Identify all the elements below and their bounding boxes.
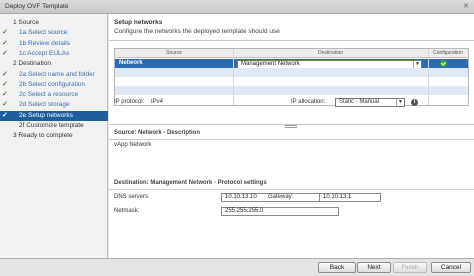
- gateway-field[interactable]: 10.10.13.1: [319, 193, 381, 202]
- wizard-step-label: 2f Customize template: [19, 122, 84, 129]
- column-divider: [233, 49, 234, 105]
- source-description-text: vApp Network: [114, 142, 152, 148]
- wizard-step-label: 1c Accept EULAs: [19, 49, 70, 57]
- page-title: Setup networks: [114, 19, 163, 26]
- chevron-down-icon[interactable]: ▼: [413, 61, 421, 68]
- gateway-value: 10.10.13.1: [323, 194, 352, 200]
- info-icon[interactable]: i: [411, 99, 418, 106]
- config-ok-icon: [440, 60, 447, 67]
- wizard-step-label: 1 Source: [13, 19, 40, 26]
- source-network-cell: Network: [119, 60, 143, 66]
- empty-row: [115, 77, 468, 86]
- empty-row: [115, 86, 468, 95]
- header-divider: [109, 40, 474, 41]
- wizard-step-3[interactable]: 3 Ready to complete: [0, 131, 108, 141]
- empty-row: [115, 68, 468, 77]
- wizard-step-2b[interactable]: ✓ 2b Select configuration: [0, 80, 108, 90]
- check-icon: ✓: [2, 39, 8, 47]
- destination-network-value: Management Network: [241, 61, 300, 67]
- column-divider: [428, 49, 429, 105]
- ip-protocol-label: IP protocol:: [114, 99, 145, 105]
- wizard-step-label: 3 Ready to complete: [13, 132, 73, 140]
- wizard-step-2e[interactable]: ✓ 2e Setup networks: [0, 110, 108, 121]
- setup-networks-panel: Setup networks Configure the networks th…: [109, 14, 474, 258]
- wizard-step-label: 1a Select source: [19, 29, 68, 37]
- cancel-button[interactable]: Cancel: [431, 262, 471, 273]
- check-icon: ✓: [2, 70, 8, 78]
- netmask-value: 255.255.255.0: [225, 208, 264, 214]
- ip-allocation-select[interactable]: Static - Manual ▼: [335, 98, 405, 107]
- page-subtitle: Configure the networks the deployed temp…: [114, 28, 280, 35]
- wizard-step-1[interactable]: 1 Source: [0, 18, 108, 28]
- ip-allocation-value: Static - Manual: [339, 99, 380, 105]
- column-header-source[interactable]: Source: [115, 49, 233, 58]
- wizard-step-label: 2b Select configuration: [19, 80, 86, 88]
- check-icon: ✓: [2, 111, 8, 119]
- window-title: Deploy OVF Template: [5, 3, 69, 10]
- wizard-step-label: 2a Select name and folder: [19, 70, 95, 78]
- check-icon: ✓: [2, 101, 8, 109]
- wizard-footer: Back Next Finish Cancel: [0, 258, 474, 276]
- wizard-steps-sidebar: 1 Source ✓ 1a Select source ✓ 1b Review deta…: [0, 14, 108, 258]
- splitter-grip-icon[interactable]: [285, 125, 297, 128]
- dns-servers-value: 10.10.13.10: [225, 194, 257, 200]
- section-divider: [109, 139, 474, 140]
- destination-settings-heading: Destination: Management Network - Protoc…: [114, 180, 267, 186]
- check-icon: ✓: [2, 49, 8, 57]
- check-icon: ✓: [2, 29, 8, 37]
- wizard-step-2a[interactable]: ✓ 2a Select name and folder: [0, 70, 108, 80]
- ip-protocol-value: IPv4: [151, 99, 164, 105]
- wizard-step-label: 2 Destination: [13, 60, 51, 68]
- wizard-step-2f[interactable]: 2f Customize template: [0, 121, 108, 131]
- wizard-step-1b[interactable]: ✓ 1b Review details: [0, 39, 108, 49]
- wizard-step-1a[interactable]: ✓ 1a Select source: [0, 28, 108, 38]
- chevron-down-icon[interactable]: ▼: [396, 99, 404, 106]
- check-icon: ✓: [2, 80, 8, 88]
- wizard-step-label: 2c Select a resource: [19, 91, 79, 99]
- wizard-step-2[interactable]: 2 Destination: [0, 59, 108, 69]
- gateway-label: Gateway:: [268, 194, 294, 200]
- wizard-step-label: 2e Setup networks: [19, 111, 73, 119]
- dns-servers-label: DNS servers:: [114, 194, 150, 200]
- wizard-step-label: 1b Review details: [19, 39, 70, 47]
- netmask-field[interactable]: 255.255.255.0: [221, 207, 339, 216]
- source-description-heading: Source: Network - Description: [114, 130, 201, 136]
- network-mapping-table: Source Destination Configuration Network…: [114, 48, 469, 106]
- wizard-step-label: 2d Select storage: [19, 101, 70, 109]
- next-button[interactable]: Next: [357, 262, 391, 273]
- window-titlebar: Deploy OVF Template ✕: [0, 0, 474, 14]
- wizard-step-1c[interactable]: ✓ 1c Accept EULAs: [0, 49, 108, 59]
- netmask-label: Netmask:: [114, 208, 140, 214]
- close-icon[interactable]: ✕: [462, 3, 470, 11]
- back-button[interactable]: Back: [318, 262, 356, 273]
- check-icon: ✓: [2, 91, 8, 99]
- ip-allocation-label: IP allocation:: [291, 99, 326, 105]
- panel-splitter[interactable]: [109, 124, 474, 128]
- table-row[interactable]: Network Management Network ▼: [115, 59, 468, 69]
- column-header-configuration[interactable]: Configuration: [428, 49, 468, 58]
- column-header-destination[interactable]: Destination: [233, 49, 428, 58]
- section-divider: [109, 189, 474, 190]
- finish-button[interactable]: Finish: [393, 262, 427, 273]
- wizard-step-2d[interactable]: ✓ 2d Select storage: [0, 100, 108, 110]
- wizard-step-2c[interactable]: ✓ 2c Select a resource: [0, 90, 108, 100]
